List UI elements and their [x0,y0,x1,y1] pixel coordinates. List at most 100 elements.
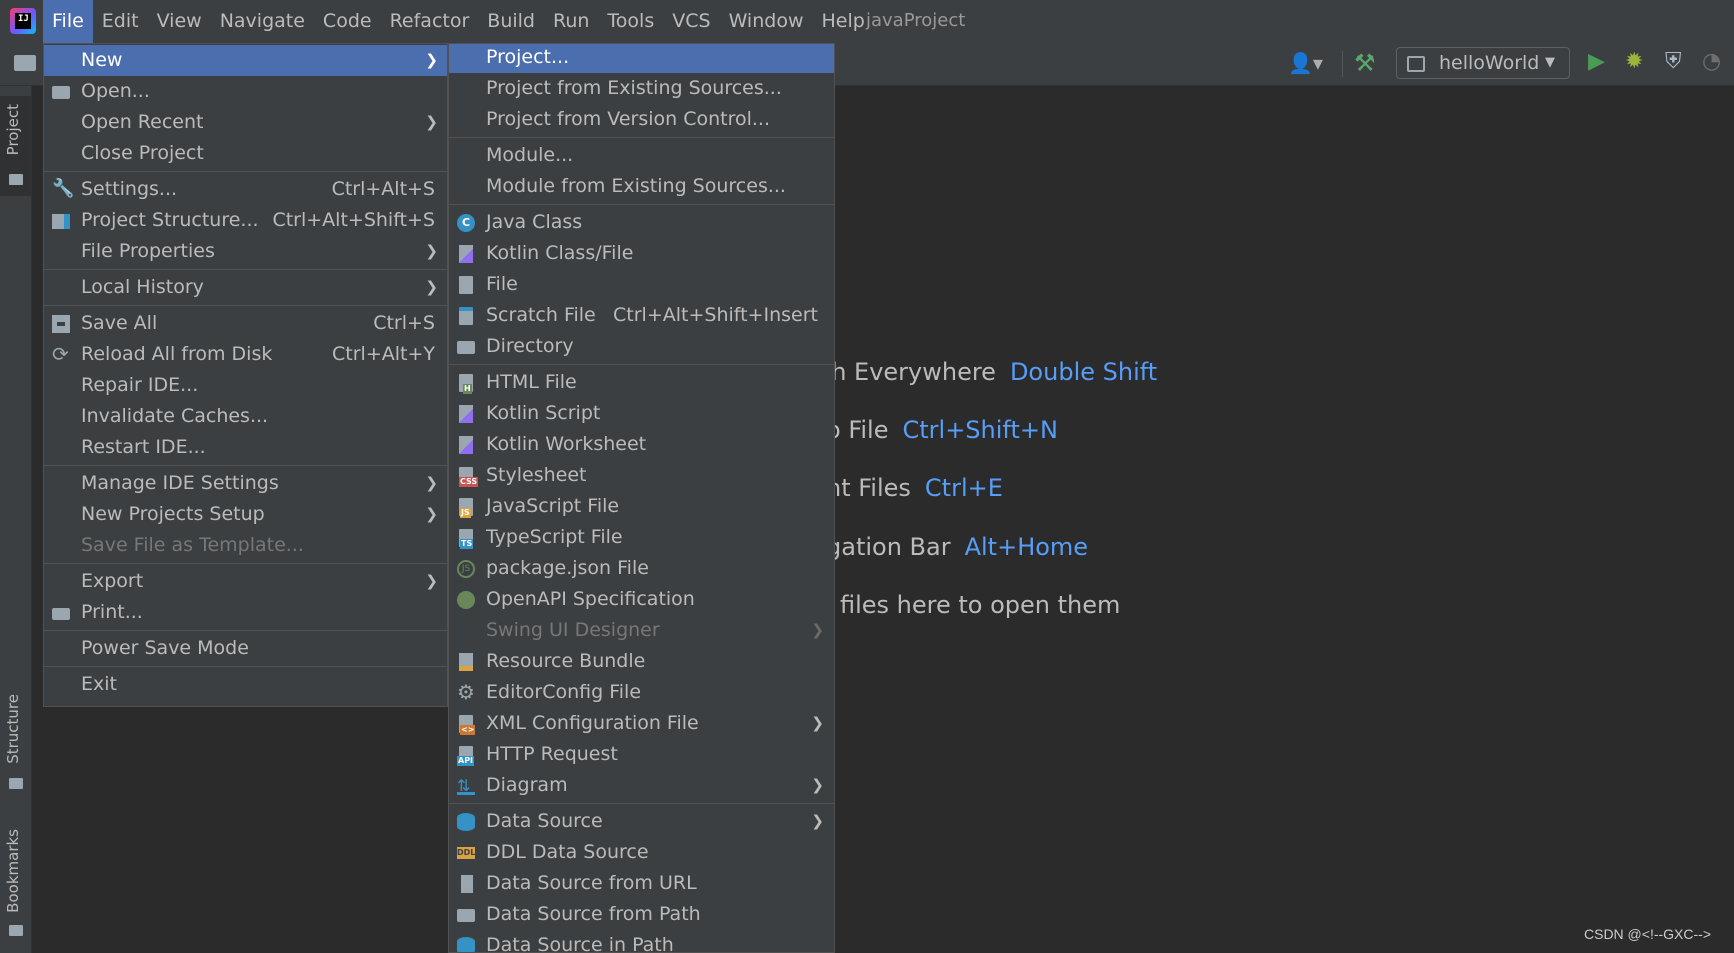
menu-item-package-json-file[interactable]: JS package.json File [449,553,834,584]
menu-item-label: XML Configuration File [486,712,699,734]
menu-item-http-request[interactable]: API HTTP Request [449,739,834,770]
menu-separator [449,803,834,804]
menu-item-data-source[interactable]: Data Source ❯ [449,806,834,837]
menu-build[interactable]: Build [478,0,544,43]
menu-item-open[interactable]: Open... [44,76,447,107]
menu-item-project[interactable]: Project... [449,44,834,73]
tool-window-structure[interactable]: Structure [0,686,31,796]
menu-item-stylesheet[interactable]: CSS Stylesheet [449,460,834,491]
menu-item-javascript-file[interactable]: JS JavaScript File [449,491,834,522]
menu-item-save-all[interactable]: Save All Ctrl+S [44,308,447,339]
menu-item-label: HTTP Request [486,743,618,765]
js-file-icon: JS [459,498,473,518]
menu-edit[interactable]: Edit [93,0,148,43]
bookmark-icon [9,925,23,936]
menu-item-export[interactable]: Export ❯ [44,566,447,597]
menu-item-exit[interactable]: Exit [44,669,447,700]
menu-run[interactable]: Run [544,0,598,43]
menu-item-module-from-existing-sources[interactable]: Module from Existing Sources... [449,171,834,202]
menu-item-openapi-specification[interactable]: OpenAPI Specification [449,584,834,615]
menu-item-close-project[interactable]: Close Project [44,138,447,169]
toolbar-separator [1342,51,1343,77]
ts-file-icon: TS [459,529,474,549]
menu-item-scratch-file[interactable]: Scratch File Ctrl+Alt+Shift+Insert [449,300,834,331]
debug-icon[interactable]: ✹ [1625,49,1643,74]
menu-item-label: New [81,49,123,71]
menu-item-project-structure[interactable]: Project Structure... Ctrl+Alt+Shift+S [44,205,447,236]
folder-icon[interactable] [14,55,36,71]
menu-item-print[interactable]: Print... [44,597,447,628]
coverage-icon[interactable]: ⛨ [1665,49,1682,74]
menu-item-manage-ide-settings[interactable]: Manage IDE Settings ❯ [44,468,447,499]
menu-item-repair-ide[interactable]: Repair IDE... [44,370,447,401]
menu-item-label: EditorConfig File [486,681,642,703]
menu-item-xml-configuration-file[interactable]: <> XML Configuration File ❯ [449,708,834,739]
profile-icon[interactable]: ◔ [1702,49,1721,74]
chevron-down-icon: ▼ [1545,55,1555,70]
user-icon[interactable]: 👤▾ [1288,51,1332,77]
kotlin-icon [459,405,473,423]
menu-code[interactable]: Code [314,0,381,43]
menu-item-file[interactable]: File [449,269,834,300]
menu-item-label: New Projects Setup [81,503,265,525]
structure-icon [9,778,23,789]
menu-item-label: Project Structure... [81,209,259,231]
menu-separator [44,666,447,667]
tool-window-project[interactable]: Project [0,96,31,196]
menu-item-project-from-existing-sources[interactable]: Project from Existing Sources... [449,73,834,104]
menu-file[interactable]: File [43,0,93,43]
menu-item-ddl-data-source[interactable]: DDL DDL Data Source [449,837,834,868]
hint-key: Double Shift [1009,358,1158,386]
xml-file-badge: <> [460,725,476,735]
menu-navigate[interactable]: Navigate [211,0,314,43]
menu-item-directory[interactable]: Directory [449,331,834,362]
menu-item-typescript-file[interactable]: TS TypeScript File [449,522,834,553]
menu-item-save-file-as-template[interactable]: Save File as Template... [44,530,447,561]
menu-item-open-recent[interactable]: Open Recent ❯ [44,107,447,138]
menu-item-invalidate-caches[interactable]: Invalidate Caches... [44,401,447,432]
menu-item-kotlin-class[interactable]: Kotlin Class/File [449,238,834,269]
menu-item-label: Data Source [486,810,603,832]
menu-item-module[interactable]: Module... [449,140,834,171]
menu-view[interactable]: View [148,0,211,43]
hint-text: nt Files [826,474,911,502]
menu-tools[interactable]: Tools [598,0,663,43]
menu-item-data-source-in-path[interactable]: Data Source in Path [449,930,834,952]
menu-item-local-history[interactable]: Local History ❯ [44,272,447,303]
menu-item-file-properties[interactable]: File Properties ❯ [44,236,447,267]
menu-item-resource-bundle[interactable]: Resource Bundle [449,646,834,677]
folder-open-icon [457,909,475,922]
menu-item-project-from-vcs[interactable]: Project from Version Control... [449,104,834,135]
run-icon[interactable]: ▶ [1588,49,1605,74]
menu-item-settings[interactable]: 🔧 Settings... Ctrl+Alt+S [44,174,447,205]
hammer-icon[interactable]: ⚒ [1354,49,1382,77]
menu-item-java-class[interactable]: C Java Class [449,207,834,238]
chevron-right-icon: ❯ [811,812,824,830]
menu-item-restart-ide[interactable]: Restart IDE... [44,432,447,463]
menu-item-data-source-from-url[interactable]: Data Source from URL [449,868,834,899]
menu-item-html-file[interactable]: H HTML File [449,367,834,398]
menu-separator [449,204,834,205]
project-structure-icon [52,214,70,229]
menu-item-editorconfig-file[interactable]: ⚙ EditorConfig File [449,677,834,708]
menu-item-data-source-from-path[interactable]: Data Source from Path [449,899,834,930]
menu-item-label: Power Save Mode [81,637,249,659]
menu-item-label: Invalidate Caches... [81,405,269,427]
scratch-file-icon [459,307,473,325]
menu-item-new-projects-setup[interactable]: New Projects Setup ❯ [44,499,447,530]
menu-vcs[interactable]: VCS [663,0,719,43]
menu-separator [44,171,447,172]
menu-refactor[interactable]: Refactor [381,0,479,43]
menu-help[interactable]: Help [812,0,873,43]
menu-item-swing-ui-designer[interactable]: Swing UI Designer ❯ [449,615,834,646]
menu-item-power-save-mode[interactable]: Power Save Mode [44,633,447,664]
menu-item-kotlin-worksheet[interactable]: Kotlin Worksheet [449,429,834,460]
menu-item-kotlin-script[interactable]: Kotlin Script [449,398,834,429]
menu-item-new[interactable]: New ❯ [44,45,447,76]
menu-item-reload-all[interactable]: ⟳ Reload All from Disk Ctrl+Alt+Y [44,339,447,370]
menu-item-label: Resource Bundle [486,650,646,672]
run-configuration-select[interactable]: helloWorld ▼ [1396,47,1570,79]
menu-item-diagram[interactable]: ⇅ Diagram ❯ [449,770,834,801]
menu-window[interactable]: Window [720,0,813,43]
tool-window-bookmarks[interactable]: Bookmarks [0,821,31,941]
